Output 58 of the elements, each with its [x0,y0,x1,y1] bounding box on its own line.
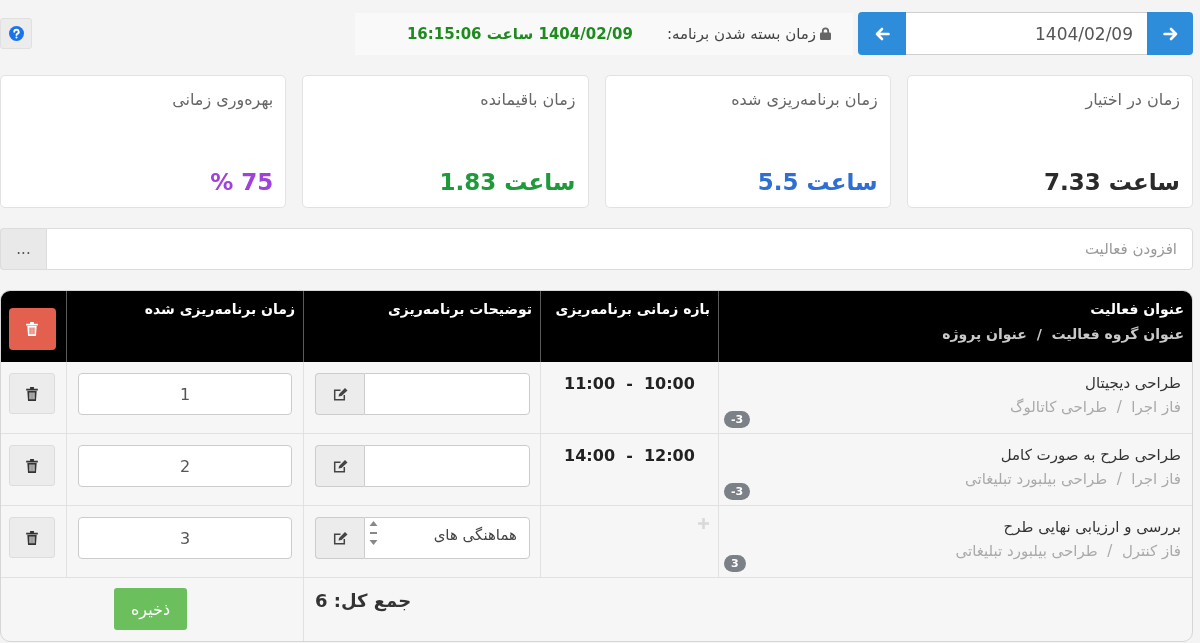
stat-label: زمان برنامه‌ریزی شده [731,90,878,109]
description-field[interactable] [364,445,530,487]
count-badge: 3 [724,555,746,572]
planned-time-field[interactable]: 2 [78,445,292,487]
activity-title: بررسی و ارزیابی نهایی طرح [1002,518,1181,536]
total-label: جمع کل: 6 [315,590,412,611]
delete-button[interactable] [9,373,55,414]
stat-label: زمان در اختیار [1085,90,1180,109]
activity-title: طراحی دیجیتال [1084,374,1181,392]
delete-button[interactable] [9,517,55,558]
planned-time-field[interactable]: 3 [78,517,292,559]
edit-icon [332,459,348,473]
edit-icon [332,531,348,545]
edit-icon [332,387,348,401]
edit-button[interactable] [315,517,364,559]
trash-icon [26,458,38,473]
column-header: توضیحات برنامه‌ریزی [386,301,532,317]
edit-button[interactable] [315,445,364,487]
column-header: بازه زمانی برنامه‌ریزی [554,301,710,317]
lock-icon [820,27,831,40]
previous-day-button[interactable] [858,12,906,55]
activity-path: فاز اجرا / طراحی کاتالوگ [1009,398,1181,416]
description-field[interactable] [364,373,530,415]
trash-icon [26,530,38,545]
edit-button[interactable] [315,373,364,415]
delete-button[interactable] [9,445,55,486]
activity-title: طراحی طرح به صورت کامل [999,446,1181,464]
time-range: 10:00 - 11:00 [564,374,695,393]
more-button[interactable]: ... [0,228,46,270]
column-subheader: عنوان گروه فعالیت / عنوان پروژه [941,326,1184,342]
stat-value: ساعت 5.5 [757,169,878,195]
stat-value: 75 % [210,169,274,195]
next-day-button[interactable] [1147,12,1193,55]
add-activity-field[interactable]: افزودن فعالیت [46,228,1193,270]
help-button[interactable] [0,18,32,49]
column-header: عنوان فعالیت [1089,301,1184,317]
scroll-arrows-icon[interactable] [369,520,378,546]
left-arrow-icon [874,26,890,41]
date-field[interactable]: 1404/02/09 [906,12,1147,55]
stat-label: زمان باقیمانده [480,90,576,109]
stat-value: ساعت 1.83 [439,169,576,195]
time-range: 12:00 - 14:00 [564,446,695,465]
stat-value: ساعت 7.33 [1043,169,1180,195]
activity-path: فاز کنترل / طراحی بیلبورد تبلیغاتی [954,542,1181,560]
delete-all-button[interactable] [8,308,56,350]
column-header: زمان برنامه‌ریزی شده [143,301,295,317]
description-field[interactable]: هماهنگی های [364,517,530,559]
trash-icon [26,322,38,336]
closing-time-label: زمان بسته شدن برنامه: [666,24,816,43]
count-badge: -3 [724,483,751,500]
closing-time-value: 1404/02/09 ساعت 16:15:06 [406,24,633,43]
activity-path: فاز اجرا / طراحی بیلبورد تبلیغاتی [964,470,1181,488]
trash-icon [26,386,38,401]
stat-label: بهره‌وری زمانی [172,90,274,109]
count-badge: -3 [724,411,751,428]
help-icon [8,26,24,41]
planned-time-field[interactable]: 1 [78,373,292,415]
right-arrow-icon [1162,26,1178,41]
